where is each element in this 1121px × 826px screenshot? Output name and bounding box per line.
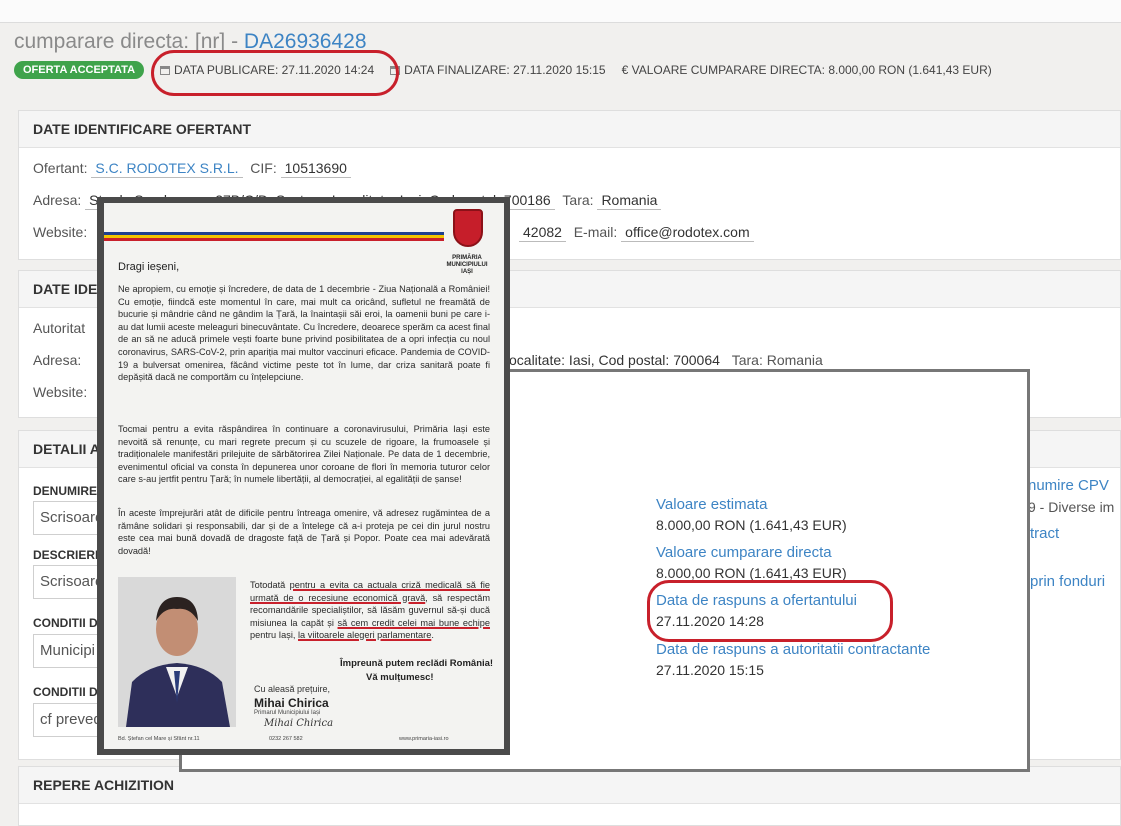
- finish-date: DATA FINALIZARE: 27.11.2020 15:15: [390, 63, 606, 77]
- handwritten-signature: Mihai Chirica: [264, 718, 334, 729]
- ofertant-row: Ofertant: S.C. RODOTEX S.R.L. CIF: 10513…: [33, 160, 351, 178]
- repere-section-heading: REPERE ACHIZITION: [19, 767, 1120, 804]
- valoare-estimata-label: Valoare estimata: [656, 496, 768, 513]
- mayor-portrait-icon: [118, 577, 236, 727]
- conditii-label-1: CONDITII D: [33, 616, 98, 630]
- ofertant-name-link[interactable]: S.C. RODOTEX S.R.L.: [91, 160, 243, 178]
- autoritate-address-row: ocalitate: Iasi, Cod postal: 700064 Tara…: [505, 352, 823, 370]
- conditii-label-2: CONDITII D: [33, 685, 98, 699]
- crest-caption: PRIMĂRIA MUNICIPIULUI IAȘI: [446, 255, 488, 275]
- autoritate-country-value: Romania: [766, 352, 823, 368]
- purchase-value: € VALOARE CUMPARARE DIRECTA: 8.000,00 RO…: [621, 63, 992, 77]
- autoritate-row: Autoritat: [33, 320, 86, 336]
- autoritate-website-label: Website:: [33, 384, 88, 400]
- email-value: office@rodotex.com: [621, 224, 754, 242]
- valoare-estimata-value: 8.000,00 RON (1.641,43 EUR): [656, 517, 847, 533]
- ofertant-contact-row: 42082 E-mail: office@rodotex.com: [519, 224, 754, 242]
- p4-underlined-3: la viitoarele alegeri parlamentare: [298, 630, 432, 641]
- highlight-ellipse-publish: [151, 50, 399, 96]
- repere-section: REPERE ACHIZITION: [18, 766, 1121, 826]
- p4-underlined-2: să cem credit celei mai bune echipe: [337, 617, 490, 628]
- letter-paragraph-1: Ne apropiem, cu emoție și încredere, de …: [118, 284, 490, 383]
- website-label: Website:: [33, 224, 88, 240]
- p4-part-g: .: [431, 630, 434, 641]
- descriere-label: DESCRIERE: [33, 548, 104, 562]
- ofertant-label: Ofertant:: [33, 160, 88, 176]
- signer-role: Primarul Municipiului Iași: [254, 710, 321, 716]
- signer-name: Mihai Chirica: [254, 696, 329, 710]
- autoritate-address-label: Adresa:: [33, 352, 82, 368]
- top-strip: [0, 0, 1121, 23]
- country-label: Tara:: [562, 192, 594, 208]
- letter-paper: PRIMĂRIA MUNICIPIULUI IAȘI Dragi ieșeni,…: [104, 203, 504, 749]
- denumire-label: DENUMIRE: [33, 484, 98, 498]
- letter-paragraph-2: Tocmai pentru a evita răspândirea în con…: [118, 424, 490, 485]
- status-badge: OFERTA ACCEPTATA: [14, 61, 145, 79]
- closing-line-1: Împreună putem reclădi România!: [340, 658, 494, 669]
- mayor-photo: [118, 577, 236, 727]
- autoritate-address-value: ocalitate: Iasi, Cod postal: 700064: [505, 352, 724, 370]
- letter-greeting: Dragi ieșeni,: [118, 261, 180, 273]
- phone-value: 42082: [519, 224, 566, 242]
- autoritate-country-label: Tara:: [731, 352, 763, 368]
- city-crest-icon: [453, 209, 483, 247]
- letter-photo: PRIMĂRIA MUNICIPIULUI IAȘI Dragi ieșeni,…: [97, 197, 510, 755]
- footer-address: Bd. Ștefan cel Mare și Sfânt nr.11: [118, 736, 200, 742]
- p4-part-a: Totodată: [250, 580, 290, 590]
- raspuns-autoritate-value: 27.11.2020 15:15: [656, 662, 764, 678]
- tricolor-band: [104, 232, 444, 241]
- finish-date-text: DATA FINALIZARE: 27.11.2020 15:15: [404, 63, 606, 77]
- cif-value: 10513690: [280, 160, 351, 178]
- raspuns-autoritate-label: Data de raspuns a autoritatii contractan…: [656, 641, 931, 658]
- fonduri-label: prin fonduri: [1030, 573, 1106, 590]
- contract-label: tract: [1030, 525, 1060, 542]
- address-label: Adresa:: [33, 192, 82, 208]
- letter-paragraph-3: În aceste împrejurări atât de dificile p…: [118, 508, 490, 556]
- p4-part-e: pentru Iași,: [250, 630, 299, 641]
- valoare-cumparare-label: Valoare cumparare directa: [656, 544, 832, 561]
- highlight-ellipse-raspuns: [647, 580, 893, 642]
- country-value: Romania: [597, 192, 662, 210]
- cif-label: CIF:: [250, 160, 277, 176]
- regards-text: Cu aleasă prețuire,: [254, 684, 331, 694]
- email-label: E-mail:: [573, 224, 618, 240]
- footer-website: www.primaria-iasi.ro: [399, 736, 449, 742]
- valoare-cumparare-value: 8.000,00 RON (1.641,43 EUR): [656, 565, 847, 581]
- cpv-value: 9 - Diverse im: [1028, 499, 1115, 515]
- closing-line-2: Vă mulțumesc!: [366, 672, 434, 683]
- letter-paragraph-4: Totodată pentru a evita ca actuala criză…: [250, 579, 490, 642]
- cpv-label: numire CPV: [1028, 477, 1109, 494]
- footer-phone: 0232 267 582: [269, 736, 303, 742]
- ofertant-section-heading: DATE IDENTIFICARE OFERTANT: [19, 111, 1120, 148]
- ofertant-website-row: Website:: [33, 224, 87, 240]
